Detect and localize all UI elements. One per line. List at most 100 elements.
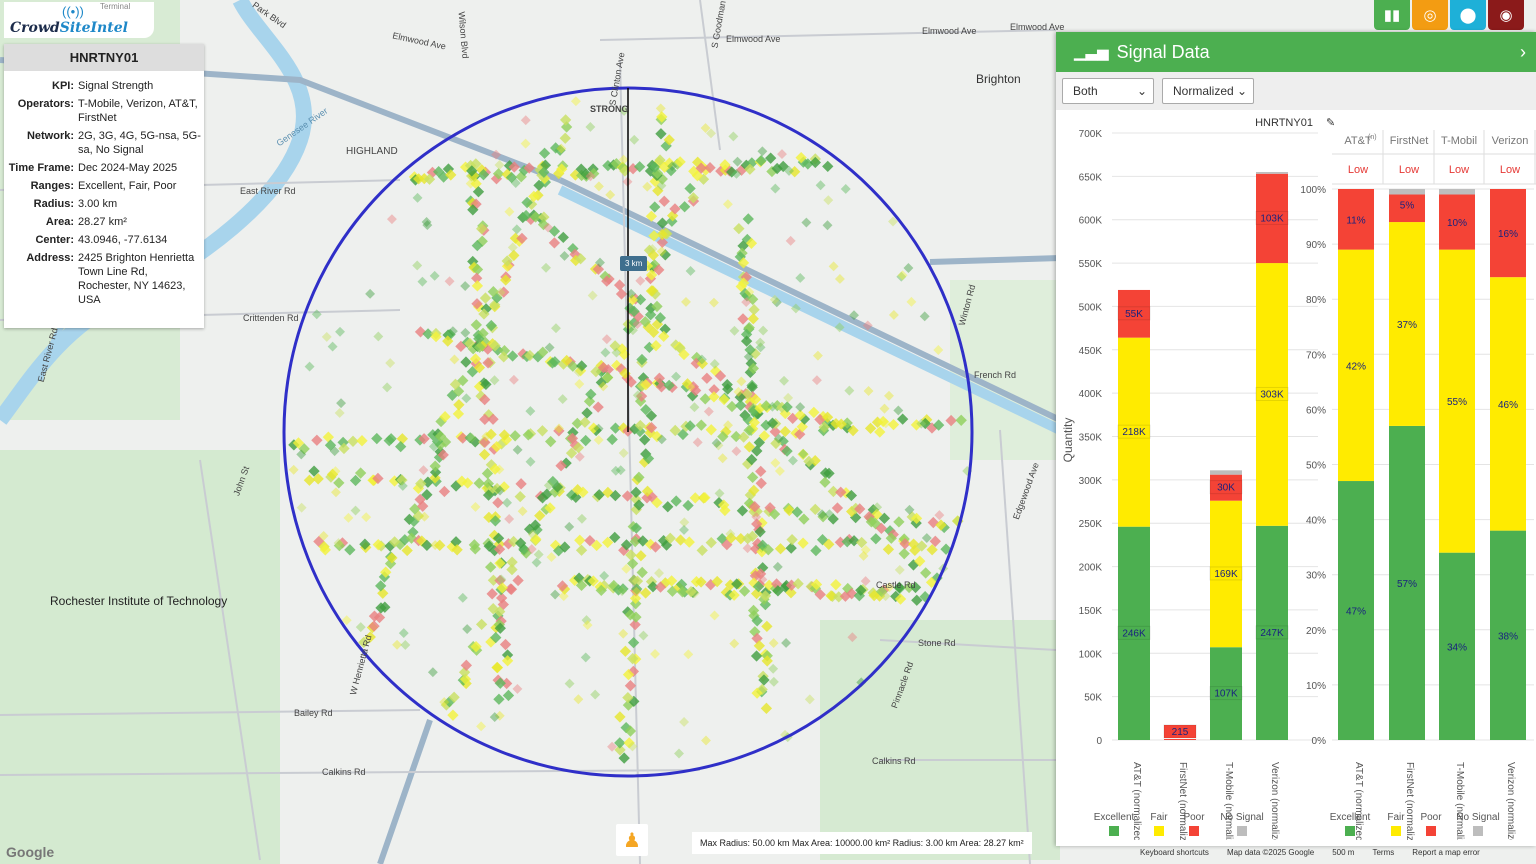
- heat-cell: [755, 465, 767, 478]
- heat-cell: [507, 242, 518, 253]
- data-label: 55%: [1447, 397, 1467, 408]
- legend-swatch[interactable]: [1345, 826, 1355, 836]
- heat-cell: [493, 693, 505, 705]
- y-tick-label: 30%: [1306, 571, 1326, 582]
- heat-cell: [828, 261, 839, 272]
- heat-cell: [504, 514, 515, 524]
- heat-cell: [893, 405, 904, 416]
- heat-cell: [574, 534, 586, 546]
- map-label-stone: Stone Rd: [918, 638, 956, 648]
- heat-cell: [538, 147, 551, 159]
- heat-cell: [385, 358, 396, 368]
- heat-cell: [472, 186, 485, 198]
- heat-cell: [545, 435, 557, 448]
- heat-cell: [898, 548, 910, 560]
- data-label: 34%: [1447, 642, 1467, 653]
- globe-icon[interactable]: ◉: [1488, 0, 1524, 30]
- legend-swatch[interactable]: [1154, 826, 1164, 836]
- heat-cell: [570, 96, 581, 107]
- heat-cell: [564, 521, 575, 532]
- y-tick-label: 450K: [1079, 346, 1103, 357]
- map-label-calkins: Calkins Rd: [322, 767, 366, 777]
- heat-cell: [670, 495, 682, 507]
- legend-swatch[interactable]: [1426, 826, 1436, 836]
- bar-segment[interactable]: [1389, 189, 1425, 195]
- chevron-down-icon: ⌄: [1136, 84, 1147, 98]
- heat-cell: [689, 402, 700, 413]
- bar-segment[interactable]: [1210, 470, 1242, 475]
- heat-cell: [705, 536, 717, 549]
- data-label: 10%: [1447, 218, 1467, 229]
- heat-cell: [322, 431, 335, 443]
- heat-cell: [834, 274, 845, 284]
- heat-cell: [635, 550, 647, 562]
- mode-select[interactable]: Normalized ⌄: [1162, 78, 1254, 104]
- info-row: Network: 2G, 3G, 4G, 5G-nsa, 5G-sa, No Si…: [4, 127, 204, 159]
- legend-swatch[interactable]: [1473, 826, 1483, 836]
- heat-cell: [417, 276, 428, 287]
- heat-cell: [779, 425, 791, 438]
- legend-label: Fair: [1150, 812, 1168, 823]
- heat-cell: [438, 485, 451, 498]
- chart-icon[interactable]: ▮▮: [1374, 0, 1410, 30]
- heat-cell: [696, 544, 708, 557]
- heat-cell: [514, 490, 526, 503]
- heat-cell: [755, 154, 767, 167]
- legend-swatch[interactable]: [1237, 826, 1247, 836]
- bar-segment[interactable]: [1164, 739, 1196, 740]
- heat-cell: [501, 655, 514, 667]
- map-label-elmwood-far: Elmwood Ave: [1010, 22, 1065, 32]
- y-tick-label: 20%: [1306, 626, 1326, 637]
- heat-cell: [685, 266, 696, 276]
- info-value: Dec 2024-May 2025: [78, 162, 178, 174]
- scale-text: 500 m: [1332, 848, 1355, 857]
- chart-title: HNRTNY01: [1255, 117, 1313, 129]
- keyboard-shortcuts-link[interactable]: Keyboard shortcuts: [1140, 848, 1209, 857]
- map-status-bar: Max Radius: 50.00 km Max Area: 10000.00 …: [692, 832, 1032, 854]
- heat-cell: [703, 406, 714, 417]
- heat-cell: [475, 618, 488, 631]
- legend-swatch[interactable]: [1109, 826, 1119, 836]
- y-tick-label: 250K: [1079, 519, 1103, 530]
- heat-cell: [453, 399, 465, 411]
- heat-cell: [606, 433, 618, 446]
- map-label-highland: HIGHLAND: [346, 146, 398, 157]
- heat-cell: [893, 516, 905, 528]
- info-value: T-Mobile, Verizon, AT&T, FirstNet: [78, 98, 198, 124]
- panel-title: Signal Data: [1116, 41, 1210, 62]
- location-pin-icon[interactable]: ⬤: [1450, 0, 1486, 30]
- legend-label: Poor: [1183, 812, 1205, 823]
- heat-cell: [692, 437, 703, 448]
- legend-swatch[interactable]: [1391, 826, 1401, 836]
- app-logo[interactable]: Terminal ((•)) CrowdSiteIntel: [4, 2, 154, 38]
- map-label-crittenden: Crittenden Rd: [243, 313, 299, 323]
- info-key: Radius:: [33, 198, 74, 210]
- heat-cell: [650, 649, 661, 659]
- x-tick-label: Verizon (normalized): [1269, 762, 1280, 840]
- network-select[interactable]: Both ⌄: [1062, 78, 1154, 104]
- heat-cell: [489, 375, 500, 386]
- terms-link[interactable]: Terms: [1372, 848, 1394, 857]
- heat-cell: [361, 512, 372, 523]
- heat-cell: [585, 388, 597, 400]
- report-error-link[interactable]: Report a map error: [1412, 848, 1480, 857]
- data-label: 38%: [1498, 631, 1518, 642]
- info-key: Area:: [45, 216, 74, 228]
- bar-segment[interactable]: [1256, 172, 1288, 174]
- street-view-icon[interactable]: ♟: [616, 824, 648, 856]
- heat-cell: [731, 446, 742, 457]
- info-row: Time Frame: Dec 2024-May 2025: [4, 159, 204, 177]
- edit-icon[interactable]: ✎: [1326, 117, 1335, 129]
- heat-cell: [395, 440, 407, 453]
- heat-cell: [823, 195, 834, 206]
- bar-segment[interactable]: [1439, 189, 1475, 195]
- chevron-right-icon[interactable]: ›: [1520, 42, 1526, 63]
- heat-cell: [701, 372, 713, 384]
- legend-swatch[interactable]: [1189, 826, 1199, 836]
- heat-cell: [559, 132, 571, 144]
- heat-cell: [714, 488, 725, 499]
- heat-cell: [356, 435, 368, 447]
- target-icon[interactable]: ◎: [1412, 0, 1448, 30]
- heat-cell: [559, 250, 570, 261]
- signal-icon: ((•)): [62, 4, 84, 19]
